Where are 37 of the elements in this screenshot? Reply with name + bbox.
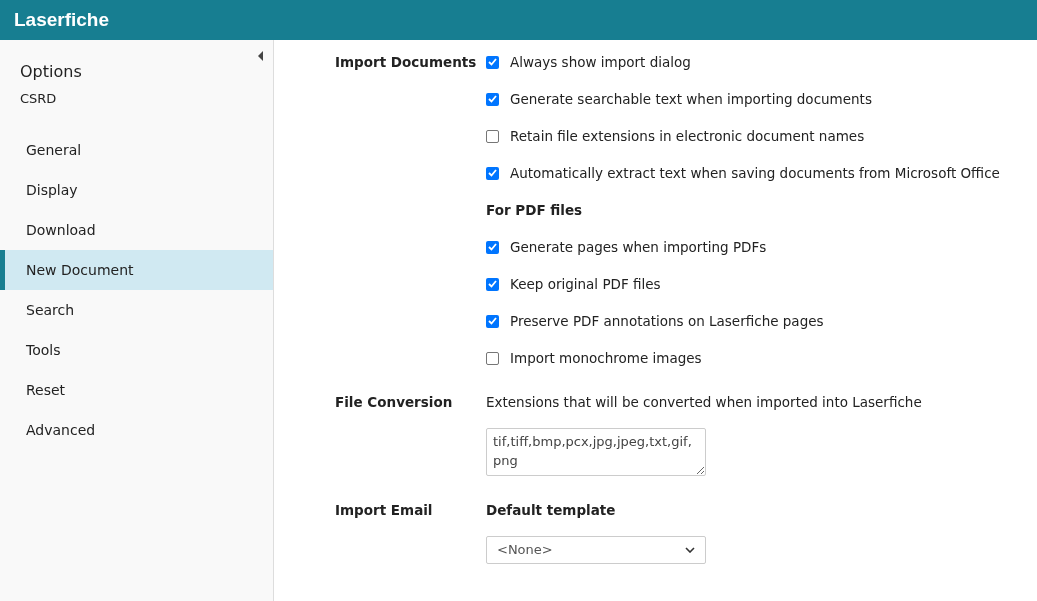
checkbox-label: Generate pages when importing PDFs (510, 237, 767, 257)
section-label: File Conversion (335, 393, 454, 412)
collapse-icon[interactable] (258, 51, 263, 61)
logo: Laserfiche (14, 7, 110, 32)
sidebar-item[interactable]: Display (0, 170, 273, 210)
checkbox[interactable] (486, 92, 499, 106)
checkbox[interactable] (486, 314, 499, 328)
sidebar-title: Options (20, 62, 82, 82)
section-label: Import Email (335, 501, 434, 520)
checkbox-label: Preserve PDF annotations on Laserfiche pages (510, 311, 824, 331)
chevron-down-icon (685, 547, 695, 553)
checkbox-label: Generate searchable text when importing documents (510, 89, 872, 109)
sidebar-item[interactable]: Advanced (0, 410, 273, 450)
sidebar-item[interactable]: Tools (0, 330, 273, 370)
description-text: Extensions that will be converted when imported into Laserfiche (486, 393, 922, 412)
template-dropdown[interactable]: <None> (486, 536, 706, 564)
checkbox-label: Retain file extensions in electronic document names (510, 126, 865, 146)
checkbox[interactable] (486, 55, 499, 69)
sidebar-item[interactable]: Search (0, 290, 273, 330)
sidebar-item[interactable]: Reset (0, 370, 273, 410)
checkbox[interactable] (486, 240, 499, 254)
sidebar-subtitle: CSRD (20, 90, 57, 108)
sidebar-item[interactable]: Download (0, 210, 273, 250)
subheading: Default template (486, 501, 617, 520)
checkbox-label: Keep original PDF files (510, 274, 661, 294)
checkbox[interactable] (486, 129, 499, 143)
subheading: For PDF files (486, 201, 584, 220)
checkbox[interactable] (486, 277, 499, 291)
checkbox-label: Import monochrome images (510, 348, 702, 368)
extensions-field[interactable]: tif,tiff,bmp,pcx,jpg,jpeg,txt,gif,png (486, 428, 706, 476)
checkbox-label: Automatically extract text when saving documents from Microsoft Office (510, 163, 1000, 183)
sidebar-item[interactable]: New Document (0, 250, 273, 290)
section-label: Import Documents (335, 53, 478, 72)
checkbox[interactable] (486, 166, 499, 180)
checkbox[interactable] (486, 351, 499, 365)
checkbox-label: Always show import dialog (510, 52, 691, 72)
sidebar-item[interactable]: General (0, 130, 273, 170)
